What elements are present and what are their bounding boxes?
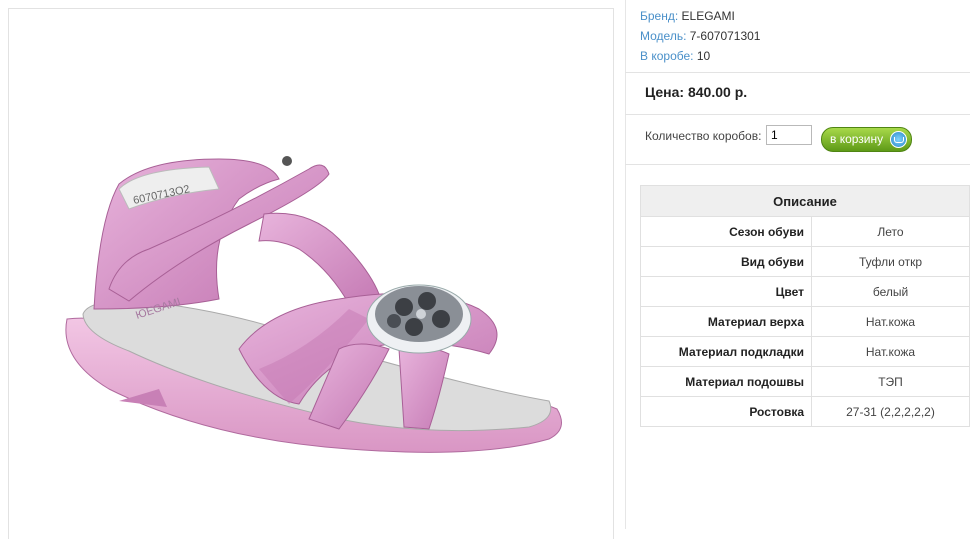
spec-key: Ростовка xyxy=(640,396,812,427)
spec-key: Сезон обуви xyxy=(640,216,812,247)
quantity-input[interactable] xyxy=(766,125,812,145)
box-line: В коробе: 10 xyxy=(640,46,760,66)
spec-key: Цвет xyxy=(640,276,812,307)
flower-ornament-icon xyxy=(366,284,472,354)
quantity-row: Количество коробов: xyxy=(645,125,812,145)
table-row: Вид обуви Туфли откр xyxy=(640,246,970,277)
spec-value: ТЭП xyxy=(811,366,970,397)
divider xyxy=(625,114,970,115)
product-meta: Бренд: ELEGAMI Модель: 7-607071301 В кор… xyxy=(640,6,760,66)
divider xyxy=(625,164,970,165)
spec-key: Вид обуви xyxy=(640,246,812,277)
add-to-cart-button[interactable]: в корзину xyxy=(821,127,912,152)
spec-key: Материал подошвы xyxy=(640,366,812,397)
spec-value: Лето xyxy=(811,216,970,247)
table-row: Материал подкладки Нат.кожа xyxy=(640,336,970,367)
price-label: Цена: 840.00 р. xyxy=(645,84,748,100)
spec-value: Туфли откр xyxy=(811,246,970,277)
table-row: Материал подошвы ТЭП xyxy=(640,366,970,397)
model-label: Модель: xyxy=(640,29,687,43)
basket-icon xyxy=(890,131,907,148)
sandal-image: 6070713О2 ЮЕGAMI xyxy=(65,156,562,453)
spec-value: Нат.кожа xyxy=(811,306,970,337)
brand-value: ELEGAMI xyxy=(681,9,735,23)
description-title: Описание xyxy=(640,185,970,217)
brand-line: Бренд: ELEGAMI xyxy=(640,6,760,26)
table-row: Сезон обуви Лето xyxy=(640,216,970,247)
model-value: 7-607071301 xyxy=(689,29,761,43)
spec-value: белый xyxy=(811,276,970,307)
quantity-label: Количество коробов: xyxy=(645,129,762,143)
table-row: Ростовка 27-31 (2,2,2,2,2) xyxy=(640,396,970,427)
product-info-panel: Бренд: ELEGAMI Модель: 7-607071301 В кор… xyxy=(625,0,970,529)
spec-value: Нат.кожа xyxy=(811,336,970,367)
brand-label: Бренд: xyxy=(640,9,679,23)
model-line: Модель: 7-607071301 xyxy=(640,26,760,46)
add-to-cart-label: в корзину xyxy=(830,132,884,146)
table-row: Цвет белый xyxy=(640,276,970,307)
box-value: 10 xyxy=(696,49,711,63)
spec-key: Материал подкладки xyxy=(640,336,812,367)
buckle-icon xyxy=(282,156,292,166)
table-row: Материал верха Нат.кожа xyxy=(640,306,970,337)
box-label: В коробе: xyxy=(640,49,694,63)
spec-value: 27-31 (2,2,2,2,2) xyxy=(811,396,970,427)
divider xyxy=(625,72,970,73)
description-table: Описание Сезон обуви Лето Вид обуви Туфли о… xyxy=(640,185,970,427)
spec-key: Материал верха xyxy=(640,306,812,337)
product-image-frame[interactable]: 6070713О2 ЮЕGAMI xyxy=(8,8,614,539)
